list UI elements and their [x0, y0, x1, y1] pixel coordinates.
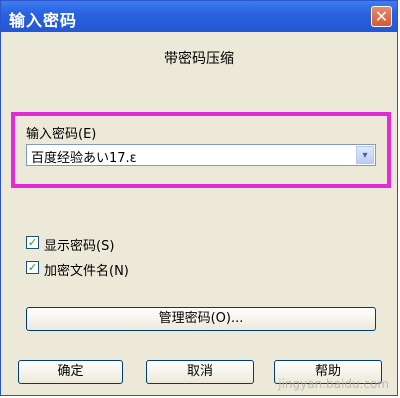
password-dialog: 输入密码 ✕ 带密码压缩 输入密码(E) 百度经验あい17.ε ▾ ✓ 显示密码… [0, 0, 398, 396]
password-combobox[interactable]: 百度经验あい17.ε ▾ [26, 144, 376, 166]
show-password-label[interactable]: 显示密码(S) [44, 235, 114, 254]
password-label-accel: (E) [78, 127, 97, 142]
ok-button[interactable]: 确定 [18, 360, 123, 384]
close-button[interactable]: ✕ [371, 6, 392, 27]
dialog-subtitle: 带密码压缩 [164, 51, 234, 67]
show-password-checkbox[interactable]: ✓ [26, 236, 39, 249]
cancel-button[interactable]: 取消 [146, 360, 254, 384]
dropdown-arrow-button[interactable]: ▾ [356, 146, 374, 164]
watermark: jingyan.baidu.com [278, 377, 389, 391]
window-title: 输入密码 [9, 11, 78, 30]
close-icon: ✕ [374, 7, 389, 26]
password-value[interactable]: 百度经验あい17.ε [31, 147, 137, 166]
encrypt-filenames-label[interactable]: 加密文件名(N) [44, 260, 129, 279]
password-label-text: 输入密码 [26, 127, 79, 142]
title-bar[interactable]: 输入密码 ✕ [1, 1, 397, 32]
manage-passwords-button[interactable]: 管理密码(O)... [26, 307, 376, 331]
password-label: 输入密码(E) [26, 123, 96, 142]
chevron-down-icon: ▾ [362, 150, 368, 161]
encrypt-filenames-checkbox[interactable]: ✓ [26, 261, 39, 274]
